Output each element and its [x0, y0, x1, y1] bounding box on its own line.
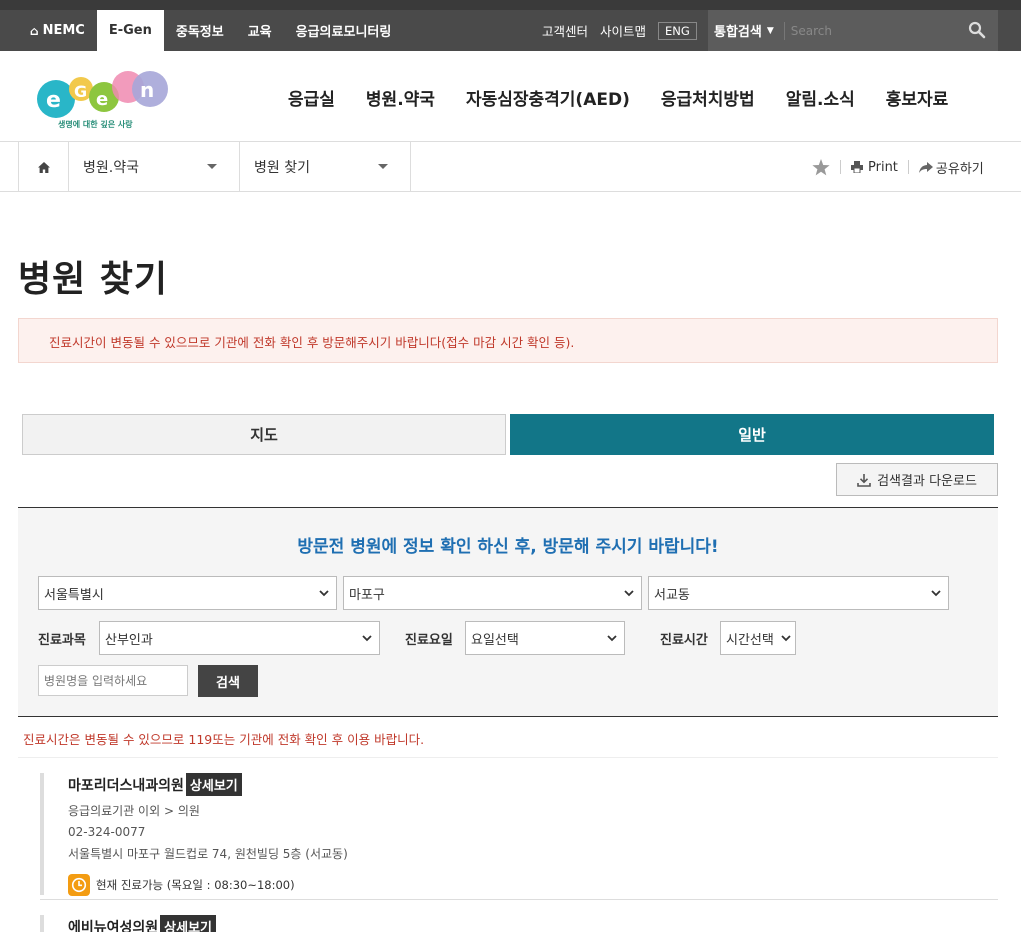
- hospital-name[interactable]: 마포리더스내과의원: [68, 775, 184, 795]
- list-item: 마포리더스내과의원 상세보기 응급의료기관 이외 > 의원 02-324-007…: [40, 773, 998, 896]
- open-status: 현재 진료가능 (목요일 : 08:30~18:00): [68, 874, 998, 896]
- department-label: 진료과목: [38, 633, 86, 648]
- search-icon[interactable]: [968, 21, 986, 39]
- page-tools: Print 공유하기: [812, 142, 984, 192]
- nav-news[interactable]: 알림.소식: [786, 85, 855, 110]
- detail-button[interactable]: 상세보기: [160, 915, 217, 932]
- nav-promo[interactable]: 홍보자료: [886, 85, 949, 110]
- hours-warning: 진료시간은 변동될 수 있으므로 119또는 기관에 전화 확인 후 이용 바랍…: [23, 732, 425, 747]
- poison-info-link[interactable]: 중독정보: [164, 10, 236, 51]
- city-select[interactable]: 서울특별시: [38, 576, 337, 610]
- site-header: e G e n 생명에 대한 깊은 사랑 응급실 병원.약국 자동심장충격기(A…: [0, 51, 1021, 142]
- svg-text:e: e: [46, 88, 61, 113]
- hospital-name-input[interactable]: [38, 665, 188, 696]
- chevron-down-icon: [362, 635, 372, 642]
- clock-icon: [68, 874, 90, 896]
- egen-logo[interactable]: e G e n 생명에 대한 깊은 사랑: [36, 67, 176, 133]
- time-select[interactable]: 시간선택: [720, 621, 796, 655]
- home-icon: [37, 161, 50, 173]
- caret-down-icon: [207, 164, 217, 169]
- hospital-phone: 02-324-0077: [68, 825, 146, 839]
- utility-links: 고객센터 사이트맵 ENG: [536, 10, 703, 51]
- hospital-address: 서울특별시 마포구 월드컵로 74, 원천빌딩 5층 (서교동): [68, 847, 348, 861]
- nav-first-aid[interactable]: 응급처치방법: [661, 85, 755, 110]
- department-select[interactable]: 산부인과: [99, 621, 380, 655]
- nemc-link[interactable]: ⌂ NEMC: [18, 10, 97, 51]
- dong-select[interactable]: 서교동: [648, 576, 949, 610]
- breadcrumb-level2[interactable]: 병원 찾기: [240, 142, 411, 192]
- download-icon: [857, 473, 871, 487]
- nav-emergency-room[interactable]: 응급실: [288, 85, 335, 110]
- hospital-search-panel: 방문전 병원에 정보 확인 하신 후, 방문해 주시기 바랍니다! 서울특별시 …: [18, 507, 998, 717]
- divider: [18, 757, 998, 758]
- district-select[interactable]: 마포구: [343, 576, 642, 610]
- tab-map[interactable]: 지도: [22, 414, 506, 455]
- education-link[interactable]: 교육: [236, 10, 284, 51]
- star-icon[interactable]: [812, 158, 830, 176]
- svg-text:G: G: [74, 82, 87, 101]
- eng-button[interactable]: ENG: [658, 21, 697, 40]
- day-label: 진료요일: [405, 633, 453, 648]
- family-site-nav: ⌂ NEMC E-Gen 중독정보 교육 응급의료모니터링: [18, 10, 403, 51]
- chevron-down-icon: [781, 635, 791, 642]
- svg-text:n: n: [140, 78, 154, 102]
- search-scope-select[interactable]: 통합검색 ▼: [708, 21, 780, 40]
- global-search-input[interactable]: [783, 21, 944, 40]
- divider: [840, 160, 841, 174]
- customer-center-link[interactable]: 고객센터: [542, 21, 588, 40]
- printer-icon: [851, 161, 863, 173]
- day-select[interactable]: 요일선택: [465, 621, 625, 655]
- main-nav: 응급실 병원.약국 자동심장충격기(AED) 응급처치방법 알림.소식 홍보자료: [288, 85, 979, 110]
- detail-button[interactable]: 상세보기: [185, 773, 242, 796]
- hospital-name[interactable]: 에비뉴여성의원: [68, 917, 158, 932]
- chevron-down-icon: [607, 635, 617, 642]
- caret-down-icon: ▼: [766, 25, 774, 36]
- share-icon: [918, 161, 933, 173]
- svg-text:생명에 대한 깊은 사랑: 생명에 대한 깊은 사랑: [58, 119, 133, 129]
- caret-down-icon: [378, 164, 388, 169]
- breadcrumb-home[interactable]: [18, 142, 69, 192]
- sitemap-link[interactable]: 사이트맵: [600, 21, 646, 40]
- share-button[interactable]: 공유하기: [918, 158, 984, 177]
- chevron-down-icon: [319, 590, 329, 597]
- egen-tab[interactable]: E-Gen: [96, 10, 164, 51]
- chevron-down-icon: [624, 590, 634, 597]
- notice-box: 진료시간이 변동될 수 있으므로 기관에 전화 확인 후 방문해주시기 바랍니다…: [18, 318, 998, 363]
- download-results-button[interactable]: 검색결과 다운로드: [836, 463, 998, 496]
- tab-general[interactable]: 일반: [510, 414, 994, 455]
- time-label: 진료시간: [660, 633, 708, 648]
- breadcrumb: 병원.약국 병원 찾기 Print 공유하기: [0, 142, 1021, 192]
- svg-text:e: e: [96, 89, 108, 110]
- list-item: 에비뉴여성의원 상세보기: [40, 915, 998, 932]
- page-title: 병원 찾기: [18, 259, 169, 300]
- home-icon: ⌂: [30, 23, 39, 38]
- print-button[interactable]: Print: [851, 160, 898, 175]
- search-panel-title: 방문전 병원에 정보 확인 하신 후, 방문해 주시기 바랍니다!: [297, 537, 719, 557]
- divider: [907, 160, 909, 174]
- global-search: 통합검색 ▼: [708, 10, 998, 51]
- search-button[interactable]: 검색: [198, 665, 258, 697]
- divider: [40, 899, 998, 900]
- hospital-category: 응급의료기관 이외 > 의원: [68, 804, 200, 818]
- nav-hospital-pharmacy[interactable]: 병원.약국: [366, 85, 435, 110]
- top-utility-bar: ⌂ NEMC E-Gen 중독정보 교육 응급의료모니터링 고객센터 사이트맵 …: [0, 0, 1021, 51]
- nav-aed[interactable]: 자동심장충격기(AED): [466, 85, 630, 110]
- monitoring-link[interactable]: 응급의료모니터링: [284, 10, 404, 51]
- chevron-down-icon: [931, 590, 941, 597]
- breadcrumb-level1[interactable]: 병원.약국: [69, 142, 240, 192]
